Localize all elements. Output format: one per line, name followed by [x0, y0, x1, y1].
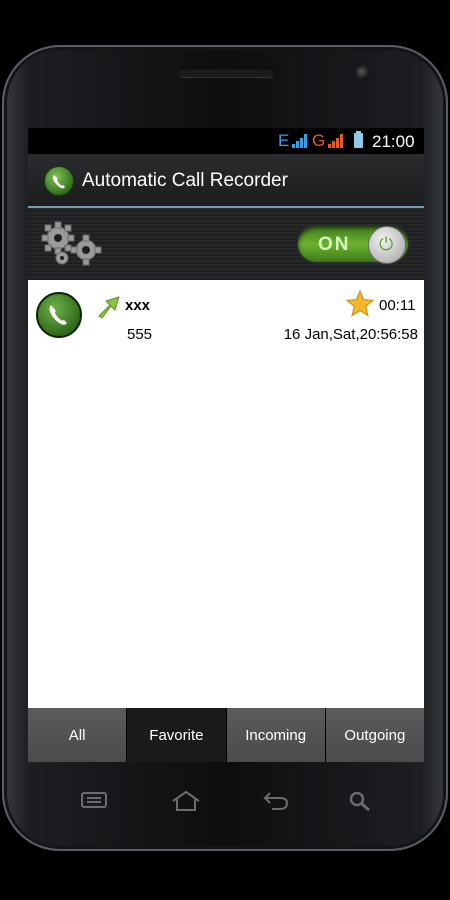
favorite-star-icon[interactable]: [346, 290, 374, 318]
power-icon: ⏻: [368, 226, 406, 264]
filter-tabs: All Favorite Incoming Outgoing: [28, 708, 424, 762]
tab-outgoing[interactable]: Outgoing: [325, 708, 424, 762]
toggle-label: ON: [318, 234, 351, 255]
status-bar: E G 21:00: [28, 128, 424, 154]
call-number: 555: [127, 326, 153, 343]
tab-all[interactable]: All: [28, 708, 128, 762]
call-avatar-icon: [36, 292, 82, 338]
signal-icon-2: [328, 134, 343, 148]
list-item[interactable]: xxx 555 00:11 16 Jan,Sat,20:56:58: [28, 280, 424, 346]
app-title-bar: Automatic Call Recorder: [28, 154, 424, 208]
app-title: Automatic Call Recorder: [82, 170, 288, 191]
home-icon[interactable]: [170, 790, 202, 812]
signal-icon: [292, 134, 307, 148]
app-phone-icon: [44, 166, 74, 196]
call-duration: 00:11: [379, 297, 416, 314]
network-type-g: G: [312, 131, 326, 150]
call-list: xxx 555 00:11 16 Jan,Sat,20:56:58: [28, 280, 424, 708]
phone-speaker: [178, 67, 274, 77]
menu-icon[interactable]: [80, 790, 108, 810]
network-type-e: E: [278, 131, 290, 150]
call-datetime: 16 Jan,Sat,20:56:58: [283, 326, 418, 343]
battery-icon: [354, 131, 363, 148]
gears-icon[interactable]: [40, 220, 106, 268]
screen: E G 21:00 Automatic Call Recorder ON ⏻ x…: [28, 128, 424, 762]
toolbar: ON ⏻: [28, 208, 424, 280]
phone-camera: [356, 66, 370, 80]
status-clock: 21:00: [372, 132, 415, 151]
tab-favorite[interactable]: Favorite: [127, 708, 227, 762]
call-name: xxx: [125, 297, 151, 314]
recording-toggle[interactable]: ON ⏻: [298, 226, 408, 264]
outgoing-arrow-icon: [98, 296, 120, 319]
back-icon[interactable]: [262, 790, 290, 812]
tab-incoming[interactable]: Incoming: [226, 708, 326, 762]
search-icon[interactable]: [348, 790, 372, 812]
